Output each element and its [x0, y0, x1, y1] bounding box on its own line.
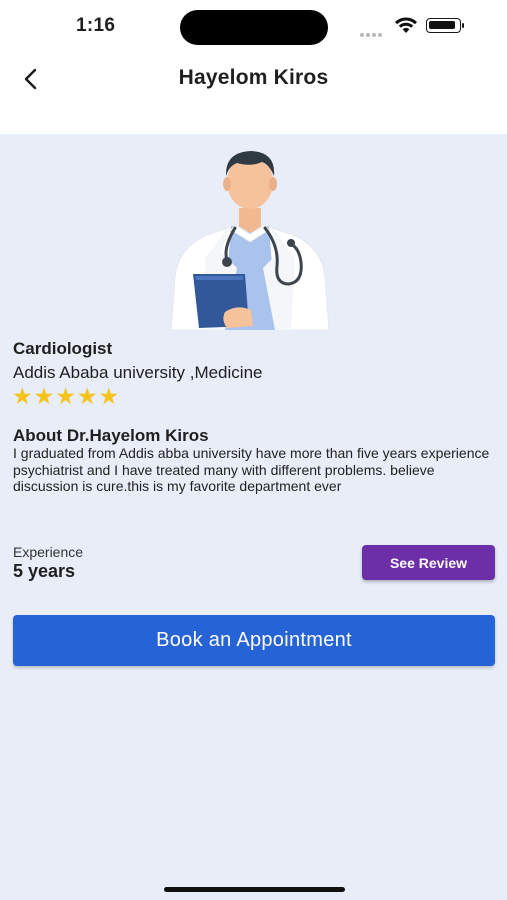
- star-icon: ★: [55, 383, 76, 409]
- doctor-avatar: [170, 151, 330, 330]
- cellular-icon: [360, 24, 384, 42]
- wifi-icon: [395, 17, 417, 33]
- page-title: Hayelom Kiros: [178, 66, 329, 89]
- rating-stars: ★ ★ ★ ★ ★: [12, 384, 120, 408]
- about-heading: About Dr.Hayelom Kiros: [13, 426, 209, 445]
- experience-value: 5 years: [13, 561, 76, 581]
- book-appointment-button[interactable]: Book an Appointment: [13, 615, 495, 666]
- star-icon: ★: [12, 383, 33, 409]
- about-description: I graduated from Addis abba university h…: [13, 445, 490, 494]
- doctor-detail-screen: 1:16 Hayelom Kiros Cardiologist Addis Ab…: [0, 0, 507, 900]
- experience-label: Experience: [13, 544, 84, 560]
- status-icons: [360, 14, 464, 37]
- status-time: 1:16: [76, 15, 116, 36]
- star-icon: ★: [76, 383, 98, 409]
- doctor-specialty: Cardiologist: [13, 339, 113, 358]
- home-indicator: [164, 887, 345, 892]
- see-review-button[interactable]: See Review: [362, 545, 495, 580]
- doctor-education: Addis Ababa university ,Medicine: [13, 363, 263, 382]
- battery-icon: [426, 18, 464, 33]
- header-area: 1:16 Hayelom Kiros: [0, 0, 507, 134]
- star-icon: ★: [33, 383, 55, 409]
- star-icon: ★: [98, 383, 120, 409]
- dynamic-island: [180, 10, 328, 45]
